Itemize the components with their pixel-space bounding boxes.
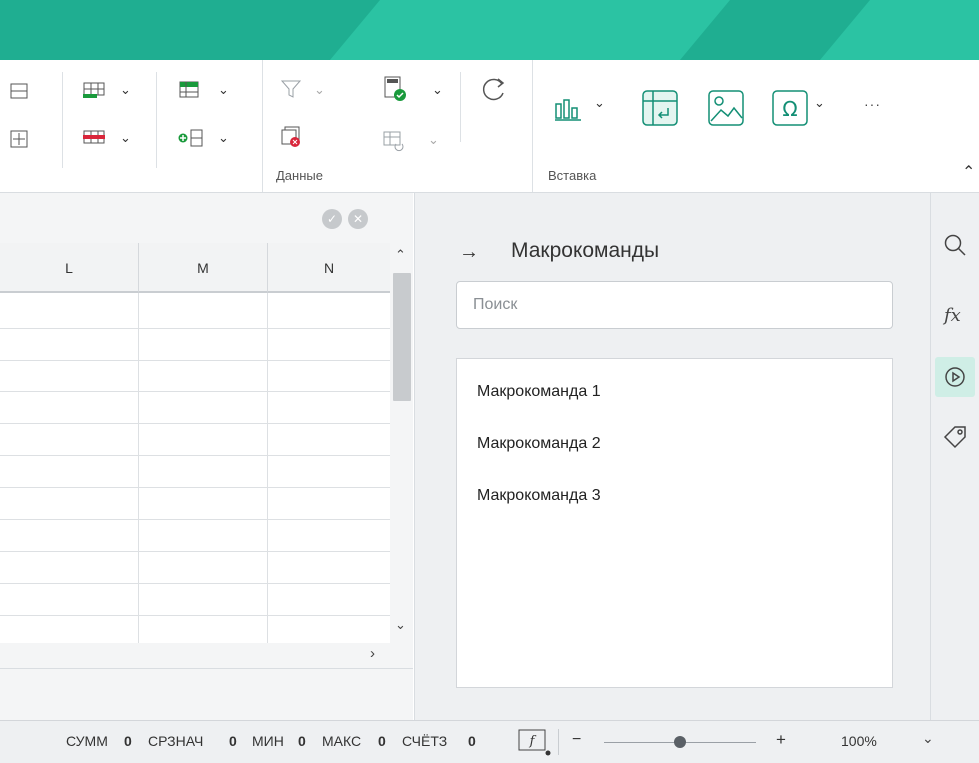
cell-align-icon[interactable]	[10, 130, 28, 148]
recalculate-icon[interactable]	[382, 130, 406, 152]
grid-column-line	[267, 293, 268, 643]
max-label: МАКС	[322, 733, 362, 749]
sum-label: СУММ	[66, 733, 108, 749]
scroll-down-icon[interactable]: ⌄	[395, 617, 406, 633]
macro-list-item[interactable]: Макрокоманда 2	[477, 435, 601, 453]
min-value: 0	[298, 733, 306, 749]
chevron-down-icon[interactable]: ⌄	[218, 130, 229, 146]
scroll-right-icon[interactable]: ›	[370, 645, 375, 662]
max-value: 0	[378, 733, 386, 749]
count-value: 0	[468, 733, 476, 749]
chevron-down-icon[interactable]: ⌄	[814, 95, 825, 111]
chevron-down-icon[interactable]: ⌄	[120, 82, 131, 98]
grid-row-line	[0, 455, 390, 456]
chart-icon[interactable]	[550, 90, 586, 126]
insert-row-icon[interactable]	[82, 80, 106, 100]
min-label: МИН	[252, 733, 284, 749]
grid-column-line	[138, 293, 139, 643]
ribbon-separator	[156, 72, 157, 168]
status-bar: СУММ 0 СРЗНАЧ 0 МИН 0 МАКС 0 СЧЁТЗ 0 f −…	[0, 720, 979, 763]
chevron-down-icon[interactable]: ⌄	[120, 130, 131, 146]
macro-search-input[interactable]	[456, 281, 893, 329]
ribbon: ⌄ ⌄ ⌄ ⌄ ⌄ ⌄ ⌄ Данные ⌄ Ω ⌄ ··· Вставка ⌃	[0, 60, 979, 193]
zoom-in-button[interactable]: +	[776, 730, 786, 750]
merge-cells-icon[interactable]	[10, 82, 28, 100]
zoom-out-button[interactable]: −	[572, 731, 581, 749]
svg-text:Ω: Ω	[782, 97, 797, 121]
zoom-dropdown-chevron-down-icon[interactable]: ⌄	[922, 730, 934, 747]
chevron-down-icon[interactable]: ⌄	[218, 82, 229, 98]
macro-list-item[interactable]: Макрокоманда 3	[477, 487, 601, 505]
ribbon-separator	[262, 60, 263, 192]
average-label: СРЗНАЧ	[148, 733, 204, 749]
panel-title: Макрокоманды	[511, 239, 660, 262]
confirm-formula-icon[interactable]: ✓	[322, 209, 342, 229]
zoom-value: 100%	[841, 733, 877, 749]
ribbon-separator	[532, 60, 533, 192]
average-value: 0	[229, 733, 237, 749]
vertical-scroll-thumb[interactable]	[393, 273, 411, 401]
title-band	[0, 0, 979, 60]
count-label: СЧЁТЗ	[402, 733, 448, 749]
formula-bar[interactable]: ✓ ✕	[0, 193, 413, 243]
grid-row-line	[0, 519, 390, 520]
search-icon[interactable]	[935, 225, 975, 265]
collapse-panel-arrow-icon[interactable]: →	[459, 241, 479, 264]
grid-row-line	[0, 487, 390, 488]
calculate-icon[interactable]	[382, 76, 408, 102]
grid-row-line	[0, 551, 390, 552]
column-header-l[interactable]: L	[0, 243, 139, 293]
grid-row-line	[0, 391, 390, 392]
grid-row-line	[0, 360, 390, 361]
symbol-omega-icon[interactable]: Ω	[770, 88, 810, 128]
tag-icon[interactable]	[935, 417, 975, 457]
scroll-up-icon[interactable]: ⌃	[395, 247, 406, 263]
format-table-icon[interactable]	[178, 80, 200, 100]
function-select-icon[interactable]: f	[518, 729, 552, 757]
chevron-down-icon[interactable]: ⌄	[594, 95, 605, 111]
ribbon-separator	[460, 72, 461, 142]
grid-row-line	[0, 328, 390, 329]
delete-row-icon[interactable]	[82, 128, 106, 148]
remove-filter-icon[interactable]	[280, 126, 302, 148]
side-toolbar: fx	[930, 193, 979, 720]
more-options-icon[interactable]: ···	[864, 96, 881, 112]
group-label-insert: Вставка	[548, 168, 597, 183]
horizontal-scrollbar[interactable]: ›	[0, 643, 413, 668]
chevron-down-icon[interactable]: ⌄	[432, 82, 443, 98]
zoom-slider-thumb[interactable]	[674, 736, 686, 748]
macro-list: Макрокоманда 1 Макрокоманда 2 Макрокоман…	[456, 358, 893, 688]
vertical-scrollbar[interactable]: ⌃ ⌄	[390, 243, 413, 643]
grid-row-line	[0, 583, 390, 584]
chevron-down-icon: ⌄	[314, 82, 325, 97]
column-header-n[interactable]: N	[268, 243, 390, 293]
macros-panel: → Макрокоманды Макрокоманда 1 Макрокоман…	[414, 193, 931, 720]
spreadsheet-grid[interactable]: L M N	[0, 243, 390, 643]
ribbon-separator	[62, 72, 63, 168]
refresh-icon[interactable]	[478, 74, 508, 104]
svg-text:f: f	[529, 734, 537, 749]
pivot-table-icon[interactable]	[640, 88, 680, 128]
svg-text:fx: fx	[942, 305, 961, 326]
sheet-tabs-area	[0, 668, 413, 721]
grid-row-line	[0, 615, 390, 616]
title-band-decoration	[330, 0, 979, 60]
image-icon[interactable]	[706, 88, 746, 128]
collapse-ribbon-icon[interactable]: ⌃	[962, 162, 975, 182]
filter-icon[interactable]	[280, 78, 302, 100]
cancel-formula-icon[interactable]: ✕	[348, 209, 368, 229]
function-icon[interactable]: fx	[935, 295, 975, 335]
column-header-m[interactable]: M	[139, 243, 268, 293]
status-separator	[558, 729, 559, 755]
chevron-down-icon: ⌄	[428, 132, 439, 147]
macro-list-item[interactable]: Макрокоманда 1	[477, 383, 601, 401]
sum-value: 0	[124, 733, 132, 749]
macro-play-icon[interactable]	[935, 357, 975, 397]
group-label-data: Данные	[276, 168, 323, 183]
insert-column-icon[interactable]	[178, 128, 204, 148]
grid-row-line	[0, 423, 390, 424]
